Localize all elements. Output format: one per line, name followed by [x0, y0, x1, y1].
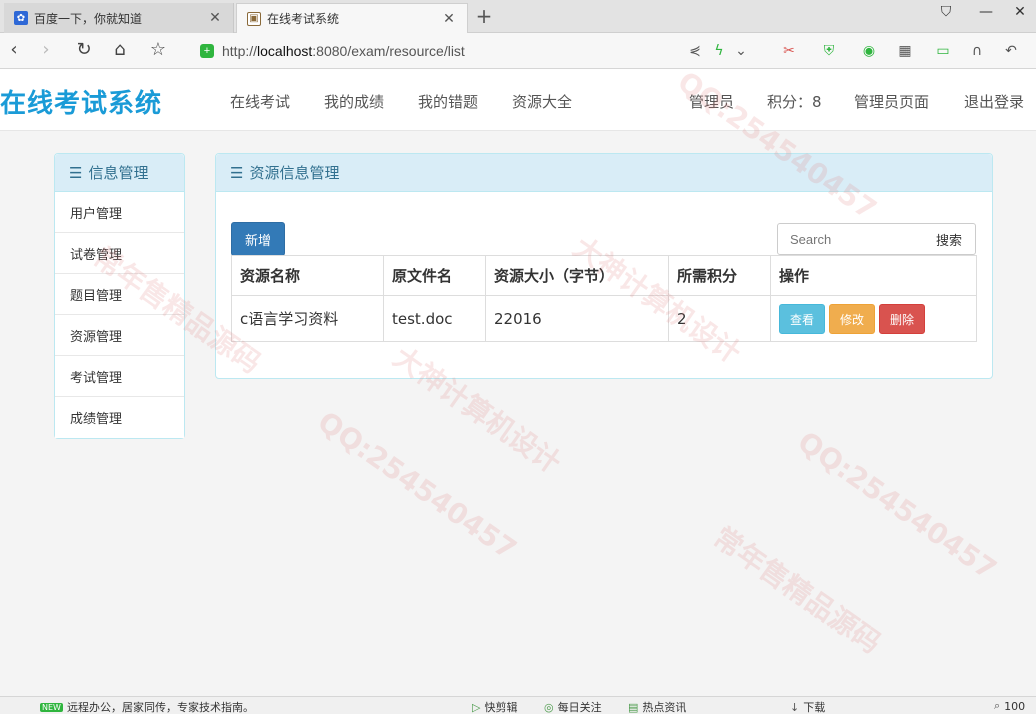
sidebar-item-questions[interactable]: 题目管理	[55, 274, 184, 315]
column-header: 资源名称	[231, 255, 384, 296]
close-icon[interactable]: ✕	[441, 11, 457, 27]
resource-panel-title: 资源信息管理	[249, 164, 340, 182]
nav-online-exam[interactable]: 在线考试	[230, 91, 290, 112]
nav-logout[interactable]: 退出登录	[964, 91, 1024, 112]
delete-button[interactable]: 删除	[879, 304, 925, 334]
site-brand[interactable]: 在线考试系统	[0, 83, 162, 120]
resource-panel-heading: ☰ 资源信息管理	[216, 154, 992, 192]
column-header: 操作	[770, 255, 977, 296]
status-daily[interactable]: ◎ 每日关注	[544, 699, 602, 714]
zoom-level: 100	[1004, 699, 1026, 713]
lightning-icon[interactable]: ϟ	[710, 41, 728, 61]
tab-title: 百度一下，你就知道	[34, 11, 143, 26]
status-download[interactable]: ↓ 下载	[790, 699, 825, 714]
search-button[interactable]: 搜索	[923, 223, 976, 255]
close-icon[interactable]: ✕	[207, 10, 223, 26]
forward-icon[interactable]: ›	[34, 39, 58, 61]
undo-icon[interactable]: ↶	[1002, 41, 1020, 61]
status-news-text: 远程办公，居家同传，专家技术指南。	[66, 701, 254, 714]
view-button[interactable]: 查看	[779, 304, 825, 334]
headphones-icon[interactable]: ∩	[968, 41, 986, 61]
list-icon: ☰	[69, 163, 83, 182]
sidebar-item-users[interactable]: 用户管理	[55, 192, 184, 233]
browser-status-bar: NEW 远程办公，居家同传，专家技术指南。 ▷ 快剪辑 ◎ 每日关注 ▤ 热点资…	[0, 696, 1036, 714]
column-header: 所需积分	[668, 255, 771, 296]
status-news[interactable]: NEW 远程办公，居家同传，专家技术指南。	[40, 699, 254, 714]
status-zoom[interactable]: ⌕ 100	[994, 699, 1025, 713]
nav-admin-page[interactable]: 管理员页面	[854, 91, 929, 112]
baidu-paw-icon: ✿	[14, 11, 28, 25]
minimize-icon[interactable]: —	[976, 4, 996, 20]
play-circle-icon: ◎	[544, 700, 554, 714]
new-tab-icon[interactable]: +	[474, 6, 494, 26]
sidebar-panel: ☰ 信息管理 用户管理 试卷管理 题目管理 资源管理 考试管理 成绩管理	[54, 153, 185, 439]
status-hot-news[interactable]: ▤ 热点资讯	[628, 699, 686, 714]
table-header-row: 资源名称 原文件名 资源大小（字节） 所需积分 操作	[231, 255, 977, 296]
browser-tab-strip: ✿ 百度一下，你就知道 ✕ ▣ 在线考试系统 ✕ + ⛉ — ✕	[0, 0, 1036, 33]
status-item-label: 下载	[803, 701, 826, 714]
status-item-label: 每日关注	[557, 701, 602, 714]
nav-my-mistakes[interactable]: 我的错题	[418, 91, 478, 112]
news-icon: ▤	[628, 700, 639, 714]
status-item-label: 快剪辑	[484, 701, 518, 714]
cell-points: 2	[668, 295, 771, 342]
sidebar-menu: 用户管理 试卷管理 题目管理 资源管理 考试管理 成绩管理	[55, 192, 184, 438]
url-prefix: http://	[222, 43, 258, 59]
tab-title: 在线考试系统	[267, 12, 340, 26]
watermark-text: QQ:254540457	[311, 404, 523, 567]
site-navbar: 在线考试系统 在线考试 我的成绩 我的错题 资源大全 管理员 积分：8 管理员页…	[0, 69, 1036, 131]
browser-tab-exam[interactable]: ▣ 在线考试系统 ✕	[236, 3, 468, 33]
status-item-label: 热点资讯	[642, 701, 687, 714]
home-icon[interactable]: ⌂	[108, 39, 132, 61]
play-icon: ▷	[472, 700, 481, 714]
shield-icon: +	[200, 44, 214, 58]
nav-points: 积分：8	[767, 93, 822, 111]
sidebar-title: 信息管理	[88, 164, 149, 182]
wechat-icon[interactable]: ◉	[860, 41, 878, 61]
close-window-icon[interactable]: ✕	[1010, 4, 1030, 20]
shirt-skin-icon[interactable]: ⛉	[936, 4, 956, 20]
edit-button[interactable]: 修改	[829, 304, 875, 334]
nav-user-role[interactable]: 管理员	[689, 91, 734, 112]
column-header: 原文件名	[383, 255, 486, 296]
back-icon[interactable]: ‹	[2, 39, 26, 61]
sidebar-item-resources[interactable]: 资源管理	[55, 315, 184, 356]
sidebar-item-scores[interactable]: 成绩管理	[55, 397, 184, 438]
column-header: 资源大小（字节）	[485, 255, 669, 296]
cell-size: 22016	[485, 295, 669, 342]
nav-my-scores[interactable]: 我的成绩	[324, 91, 384, 112]
status-quick-edit[interactable]: ▷ 快剪辑	[472, 699, 517, 714]
apps-grid-icon[interactable]: ▦	[896, 41, 914, 61]
new-badge-icon: NEW	[40, 702, 63, 712]
zoom-icon: ⌕	[994, 699, 1001, 712]
url-host: localhost	[257, 43, 313, 59]
cell-resource-name: c语言学习资料	[231, 295, 384, 342]
url-field[interactable]: + http:// localhost :8080/exam/resource/…	[200, 39, 680, 63]
shield-check-icon[interactable]: ⛨	[820, 41, 838, 61]
sidebar-item-papers[interactable]: 试卷管理	[55, 233, 184, 274]
reload-icon[interactable]: ↻	[72, 39, 96, 61]
chevron-down-icon[interactable]: ⌄	[732, 41, 750, 61]
sidebar-item-exams[interactable]: 考试管理	[55, 356, 184, 397]
cell-file-name: test.doc	[383, 295, 486, 342]
page-viewport: 在线考试系统 在线考试 我的成绩 我的错题 资源大全 管理员 积分：8 管理员页…	[0, 69, 1036, 696]
sidebar-heading: ☰ 信息管理	[55, 154, 184, 192]
browser-address-bar: ‹ › ↻ ⌂ ☆ + http:// localhost :8080/exam…	[0, 33, 1036, 69]
watermark-text: QQ:254540457	[791, 424, 1003, 587]
browser-tab-baidu[interactable]: ✿ 百度一下，你就知道 ✕	[4, 3, 234, 33]
scissors-icon[interactable]: ✂	[780, 41, 798, 61]
download-icon: ↓	[790, 700, 800, 714]
list-icon: ☰	[230, 163, 244, 182]
watermark-text: 常年售精品源码	[707, 520, 887, 660]
search-input[interactable]	[777, 223, 924, 255]
url-path: :8080/exam/resource/list	[312, 43, 465, 59]
add-resource-button[interactable]: 新增	[231, 222, 285, 256]
star-icon[interactable]: ☆	[146, 39, 170, 61]
battery-icon[interactable]: ▭	[934, 41, 952, 61]
share-icon[interactable]: ⋞	[686, 41, 704, 61]
image-favicon-icon: ▣	[247, 11, 261, 26]
nav-resources[interactable]: 资源大全	[512, 91, 572, 112]
